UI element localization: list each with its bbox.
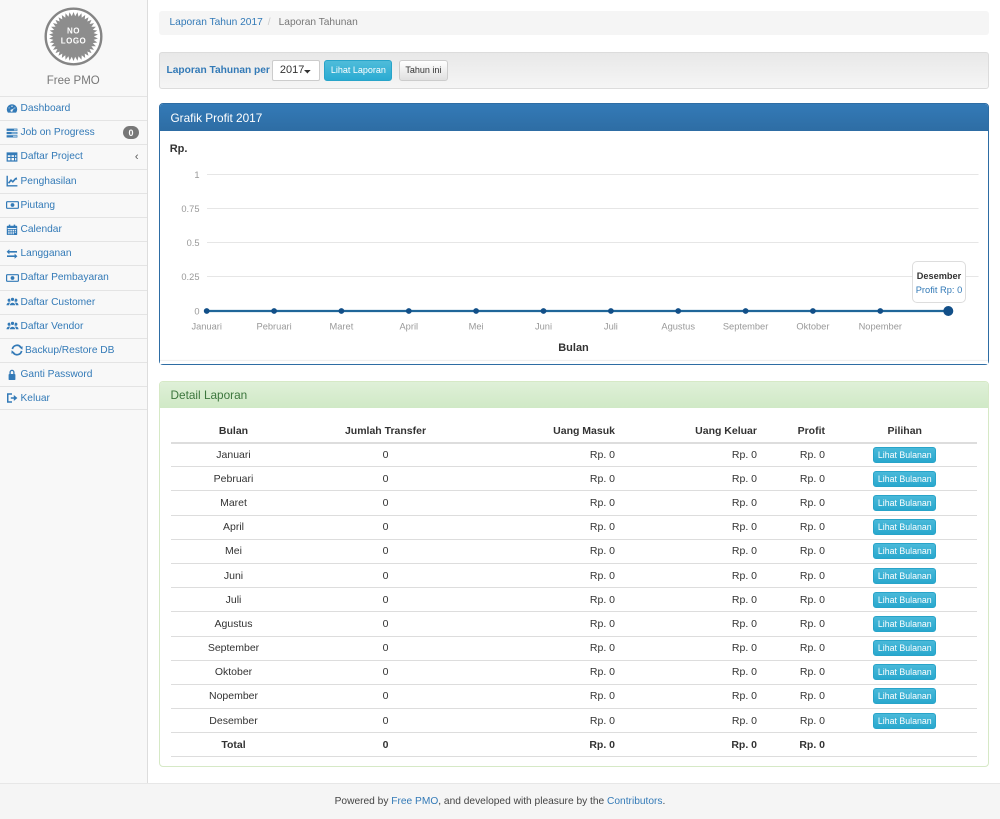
svg-text:September: September <box>722 322 767 332</box>
svg-text:1: 1 <box>194 170 199 180</box>
svg-text:Agustus: Agustus <box>661 322 695 332</box>
svg-text:0.25: 0.25 <box>181 272 199 282</box>
svg-text:0.75: 0.75 <box>181 204 199 214</box>
svg-text:Januari: Januari <box>191 322 222 332</box>
svg-text:Juni: Juni <box>534 322 551 332</box>
svg-text:Maret: Maret <box>329 322 353 332</box>
svg-text:Mei: Mei <box>468 322 483 332</box>
svg-text:Juli: Juli <box>603 322 617 332</box>
svg-text:Pebruari: Pebruari <box>256 322 291 332</box>
svg-text:April: April <box>399 322 418 332</box>
svg-text:0.5: 0.5 <box>186 238 199 248</box>
svg-text:Oktober: Oktober <box>796 322 829 332</box>
svg-text:LOGO: LOGO <box>60 37 86 46</box>
svg-text:Nopember: Nopember <box>858 322 901 332</box>
svg-text:NO: NO <box>67 27 80 36</box>
svg-text:0: 0 <box>194 306 199 316</box>
